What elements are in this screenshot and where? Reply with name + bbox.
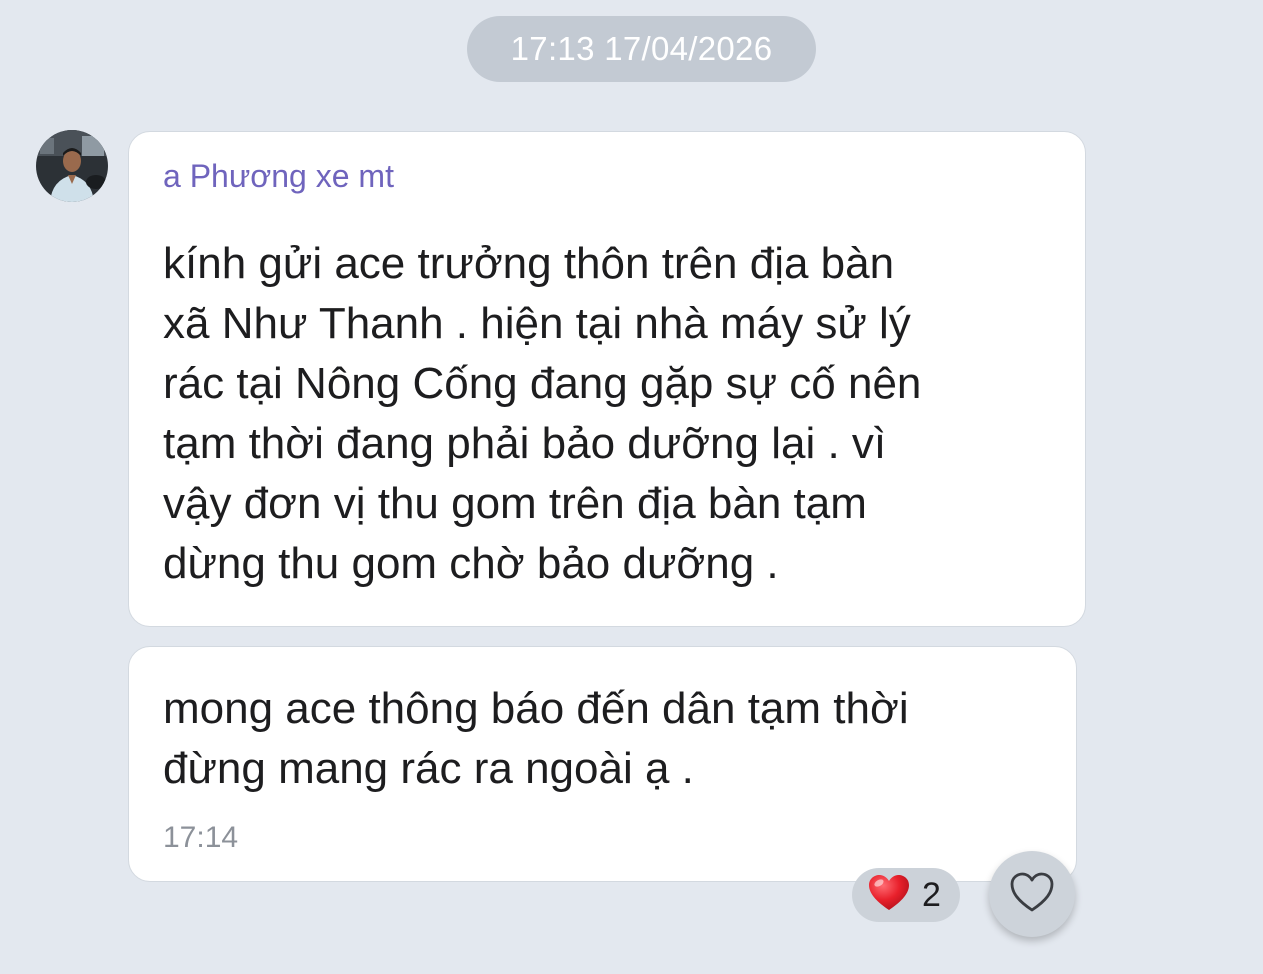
reaction-summary[interactable]: 2 xyxy=(852,868,960,922)
reaction-count: 2 xyxy=(922,875,941,914)
sender-name[interactable]: a Phương xe mt xyxy=(163,158,394,195)
message-line: vậy đơn vị thu gom trên địa bàn tạm xyxy=(163,479,867,528)
message-line: tạm thời đang phải bảo dưỡng lại . vì xyxy=(163,419,887,468)
date-separator: 17:13 17/04/2026 xyxy=(467,16,816,82)
heart-outline-icon xyxy=(1009,871,1055,918)
message-text: mong ace thông báo đến dân tạm thời đừng… xyxy=(163,679,909,799)
message-line: dừng thu gom chờ bảo dưỡng . xyxy=(163,539,779,588)
message-line: rác tại Nông Cống đang gặp sự cố nên xyxy=(163,359,922,408)
message-line: kính gửi ace trưởng thôn trên địa bàn xyxy=(163,239,895,288)
message-line: xã Như Thanh . hiện tại nhà máy sử lý xyxy=(163,299,911,348)
message-text: kính gửi ace trưởng thôn trên địa bàn xã… xyxy=(163,234,921,594)
sender-avatar[interactable] xyxy=(36,130,108,202)
message-bubble[interactable]: a Phương xe mt kính gửi ace trưởng thôn … xyxy=(128,131,1086,627)
message-timestamp: 17:14 xyxy=(163,821,239,854)
message-line: mong ace thông báo đến dân tạm thời xyxy=(163,684,909,733)
like-button[interactable] xyxy=(989,851,1075,937)
message-line: đừng mang rác ra ngoài ạ . xyxy=(163,744,694,793)
message-bubble[interactable]: mong ace thông báo đến dân tạm thời đừng… xyxy=(128,646,1077,882)
heart-emoji-icon xyxy=(868,874,910,917)
